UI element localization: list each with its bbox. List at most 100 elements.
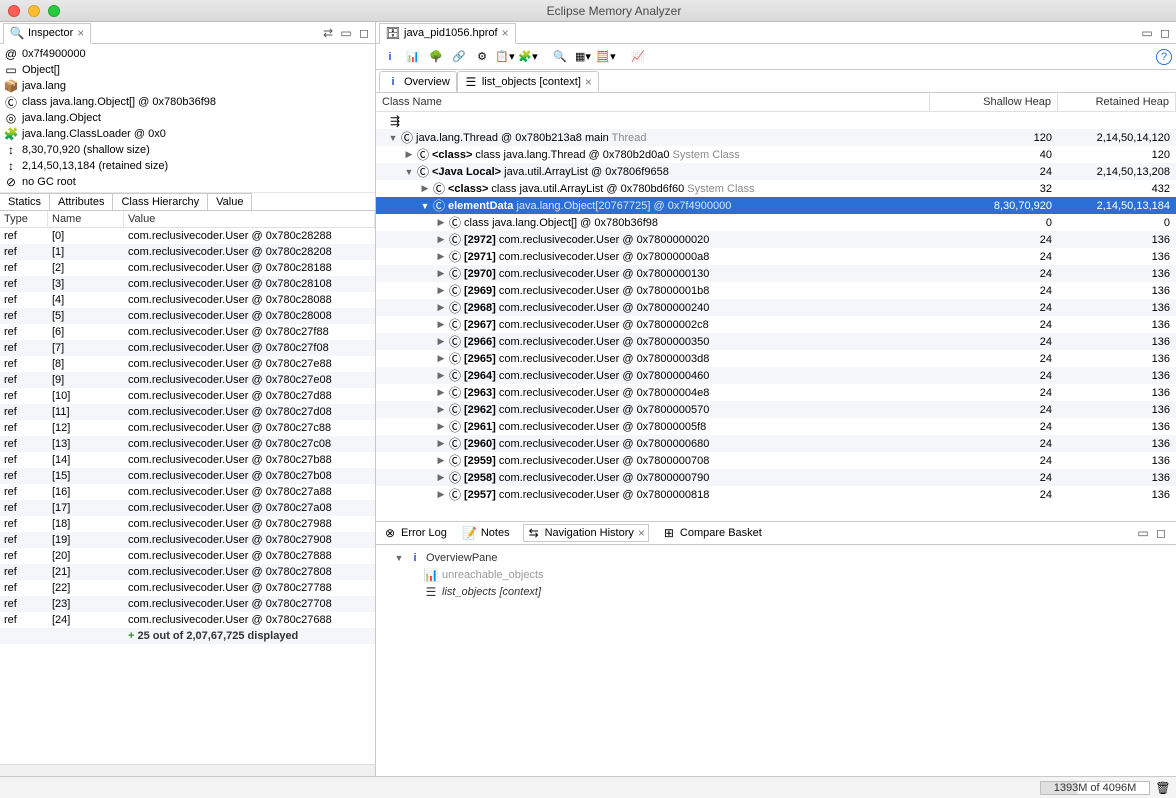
col-type[interactable]: Type: [0, 211, 48, 227]
report-button[interactable]: 📋▾: [495, 47, 515, 67]
window-minimize-button[interactable]: [28, 5, 40, 17]
col-value[interactable]: Value: [124, 211, 375, 227]
expand-toggle[interactable]: ▶: [436, 217, 446, 228]
maximize-icon[interactable]: ◻: [1158, 26, 1172, 40]
trash-icon[interactable]: 🗑: [1156, 781, 1170, 795]
tree-row[interactable]: ▶Ⓒ[2960] com.reclusivecoder.User @ 0x780…: [376, 435, 1176, 452]
subtab-list_objects[interactable]: ☰list_objects [context]×: [457, 71, 599, 92]
attribute-row[interactable]: ref[21]com.reclusivecoder.User @ 0x780c2…: [0, 564, 375, 580]
attribute-row[interactable]: ref[15]com.reclusivecoder.User @ 0x780c2…: [0, 468, 375, 484]
expand-toggle[interactable]: ▶: [436, 285, 446, 296]
inspector-item[interactable]: Ⓒclass java.lang.Object[] @ 0x780b36f98: [4, 94, 371, 110]
calc-button[interactable]: 🧮▾: [596, 47, 616, 67]
col-shallow[interactable]: Shallow Heap: [930, 93, 1058, 111]
attribute-row[interactable]: ref[10]com.reclusivecoder.User @ 0x780c2…: [0, 388, 375, 404]
expand-toggle[interactable]: ▶: [420, 183, 430, 194]
col-name[interactable]: Name: [48, 211, 124, 227]
expand-toggle[interactable]: ▶: [436, 268, 446, 279]
subtab-class hierarchy[interactable]: Class Hierarchy: [112, 193, 208, 210]
expand-toggle[interactable]: ▼: [394, 553, 404, 563]
attribute-row[interactable]: ref[2]com.reclusivecoder.User @ 0x780c28…: [0, 260, 375, 276]
attribute-row[interactable]: ref[7]com.reclusivecoder.User @ 0x780c27…: [0, 340, 375, 356]
expand-toggle[interactable]: ▶: [436, 472, 446, 483]
subtab-overview[interactable]: iOverview: [379, 71, 457, 92]
inspector-item[interactable]: ▭Object[]: [4, 62, 371, 78]
expand-toggle[interactable]: ▼: [388, 133, 398, 143]
tree-row[interactable]: ▶Ⓒ[2971] com.reclusivecoder.User @ 0x780…: [376, 248, 1176, 265]
expand-toggle[interactable]: ▶: [436, 319, 446, 330]
tree-row[interactable]: ▶Ⓒ[2969] com.reclusivecoder.User @ 0x780…: [376, 282, 1176, 299]
close-icon[interactable]: ×: [638, 526, 645, 540]
tree-row[interactable]: ▼Ⓒjava.lang.Thread @ 0x780b213a8 main Th…: [376, 129, 1176, 146]
tree-button[interactable]: 🌳: [426, 47, 446, 67]
maximize-icon[interactable]: ◻: [357, 26, 371, 40]
attribute-row[interactable]: ref[14]com.reclusivecoder.User @ 0x780c2…: [0, 452, 375, 468]
gear-button[interactable]: ⚙: [472, 47, 492, 67]
expand-toggle[interactable]: ▶: [436, 489, 446, 500]
tab-file[interactable]: 🗄 java_pid1056.hprof ×: [379, 23, 516, 44]
bottom-tab-navigation-history[interactable]: ⇆Navigation History×: [523, 524, 649, 542]
attribute-row[interactable]: ref[12]com.reclusivecoder.User @ 0x780c2…: [0, 420, 375, 436]
subtab-statics[interactable]: Statics: [0, 193, 50, 210]
groupby-button[interactable]: ▦▾: [573, 47, 593, 67]
attribute-row[interactable]: ref[3]com.reclusivecoder.User @ 0x780c28…: [0, 276, 375, 292]
expand-toggle[interactable]: ▶: [404, 149, 414, 160]
attribute-row[interactable]: ref[17]com.reclusivecoder.User @ 0x780c2…: [0, 500, 375, 516]
attribute-row[interactable]: ref[23]com.reclusivecoder.User @ 0x780c2…: [0, 596, 375, 612]
link-icon[interactable]: ⇄: [321, 26, 335, 40]
histogram-button[interactable]: 📊: [403, 47, 423, 67]
expand-toggle[interactable]: ▶: [436, 421, 446, 432]
attribute-row[interactable]: ref[6]com.reclusivecoder.User @ 0x780c27…: [0, 324, 375, 340]
attribute-row[interactable]: ref[5]com.reclusivecoder.User @ 0x780c28…: [0, 308, 375, 324]
inspector-item[interactable]: ⊘no GC root: [4, 174, 371, 190]
expand-toggle[interactable]: ▼: [420, 201, 430, 211]
attribute-row[interactable]: ref[24]com.reclusivecoder.User @ 0x780c2…: [0, 612, 375, 628]
tree-row[interactable]: ▼ⒸelementData java.lang.Object[20767725]…: [376, 197, 1176, 214]
tree-row[interactable]: ▶Ⓒ[2964] com.reclusivecoder.User @ 0x780…: [376, 367, 1176, 384]
col-classname[interactable]: Class Name: [376, 93, 930, 111]
inspector-item[interactable]: ↕8,30,70,920 (shallow size): [4, 142, 371, 158]
minimize-icon[interactable]: ▭: [1136, 526, 1150, 540]
minimize-icon[interactable]: ▭: [339, 26, 353, 40]
expand-toggle[interactable]: ▶: [436, 302, 446, 313]
expand-toggle[interactable]: ▶: [436, 336, 446, 347]
attribute-row[interactable]: ref[4]com.reclusivecoder.User @ 0x780c28…: [0, 292, 375, 308]
heap-meter[interactable]: 1393M of 4096M: [1040, 781, 1150, 795]
info-button[interactable]: i: [380, 47, 400, 67]
tree-row[interactable]: ▶Ⓒclass java.lang.Object[] @ 0x780b36f98…: [376, 214, 1176, 231]
bottom-tab-error-log[interactable]: ⊗Error Log: [380, 525, 450, 541]
tab-inspector[interactable]: 🔍 Inspector ×: [3, 23, 91, 44]
maximize-icon[interactable]: ◻: [1154, 526, 1168, 540]
expand-toggle[interactable]: ▶: [436, 404, 446, 415]
tree-row[interactable]: ▼Ⓒ<Java Local> java.util.ArrayList @ 0x7…: [376, 163, 1176, 180]
attribute-row[interactable]: ref[11]com.reclusivecoder.User @ 0x780c2…: [0, 404, 375, 420]
close-icon[interactable]: ×: [77, 26, 84, 40]
show-more-row[interactable]: + 25 out of 2,07,67,725 displayed: [0, 628, 375, 644]
subtab-attributes[interactable]: Attributes: [49, 193, 113, 210]
window-close-button[interactable]: [8, 5, 20, 17]
window-zoom-button[interactable]: [48, 5, 60, 17]
tree-row[interactable]: ▶Ⓒ[2972] com.reclusivecoder.User @ 0x780…: [376, 231, 1176, 248]
expand-toggle[interactable]: ▶: [436, 353, 446, 364]
tree-row[interactable]: ▶Ⓒ[2970] com.reclusivecoder.User @ 0x780…: [376, 265, 1176, 282]
inspector-item[interactable]: ◎java.lang.Object: [4, 110, 371, 126]
expand-toggle[interactable]: ▶: [436, 370, 446, 381]
horizontal-scrollbar[interactable]: [0, 764, 375, 776]
tree-row[interactable]: ▶Ⓒ<class> class java.lang.Thread @ 0x780…: [376, 146, 1176, 163]
minimize-icon[interactable]: ▭: [1140, 26, 1154, 40]
expand-toggle[interactable]: ▼: [404, 167, 414, 177]
col-retained[interactable]: Retained Heap: [1058, 93, 1176, 111]
tree-row[interactable]: ▶Ⓒ[2961] com.reclusivecoder.User @ 0x780…: [376, 418, 1176, 435]
expand-toggle[interactable]: ▶: [436, 251, 446, 262]
search-button[interactable]: 🔍: [550, 47, 570, 67]
attribute-row[interactable]: ref[9]com.reclusivecoder.User @ 0x780c27…: [0, 372, 375, 388]
regex-row[interactable]: ⇶: [376, 112, 1176, 129]
inspector-item[interactable]: ↕2,14,50,13,184 (retained size): [4, 158, 371, 174]
attribute-row[interactable]: ref[0]com.reclusivecoder.User @ 0x780c28…: [0, 228, 375, 244]
help-button[interactable]: ?: [1156, 49, 1172, 65]
nav-history-item[interactable]: 📊unreachable_objects: [384, 566, 1168, 583]
attribute-row[interactable]: ref[18]com.reclusivecoder.User @ 0x780c2…: [0, 516, 375, 532]
object-tree[interactable]: ⇶▼Ⓒjava.lang.Thread @ 0x780b213a8 main T…: [376, 112, 1176, 521]
attribute-row[interactable]: ref[16]com.reclusivecoder.User @ 0x780c2…: [0, 484, 375, 500]
chart-button[interactable]: 📈: [628, 47, 648, 67]
